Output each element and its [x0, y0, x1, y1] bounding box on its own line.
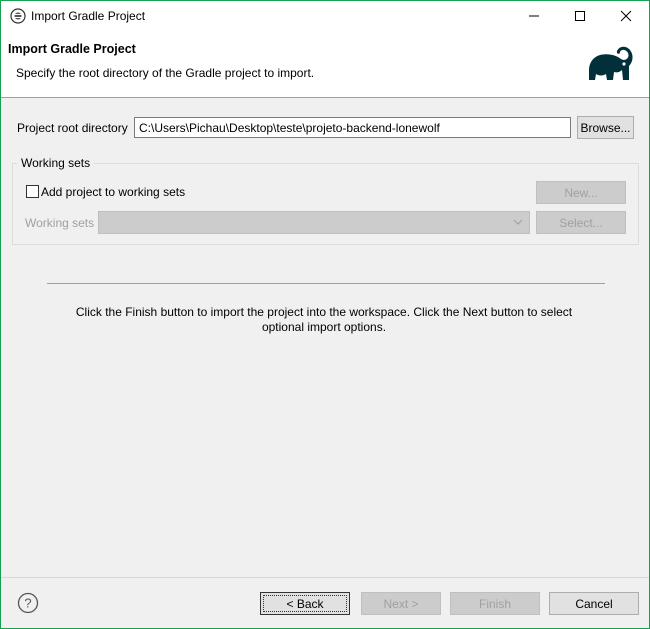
title-bar: Import Gradle Project	[1, 1, 649, 31]
working-sets-select[interactable]	[98, 211, 530, 234]
project-root-row: Project root directory	[17, 117, 633, 139]
wizard-description: Specify the root directory of the Gradle…	[16, 66, 315, 80]
maximize-button[interactable]	[557, 1, 603, 31]
working-sets-label: Working sets	[25, 216, 95, 230]
wizard-title: Import Gradle Project	[8, 42, 136, 56]
minimize-button[interactable]	[511, 1, 557, 31]
help-icon[interactable]: ?	[17, 592, 39, 614]
minimize-icon	[529, 15, 539, 17]
separator	[47, 283, 605, 284]
import-gradle-dialog: Import Gradle Project Import Gradle Proj…	[0, 0, 650, 629]
import-info-message: Click the Finish button to import the pr…	[75, 305, 573, 334]
back-button[interactable]: < Back	[260, 592, 350, 615]
finish-button[interactable]: Finish	[450, 592, 540, 615]
footer-divider	[1, 577, 649, 578]
eclipse-app-icon	[10, 8, 26, 24]
project-root-input[interactable]	[134, 117, 571, 138]
add-to-working-sets-label[interactable]: Add project to working sets	[41, 185, 185, 199]
close-icon	[620, 10, 632, 22]
chevron-down-icon	[513, 219, 523, 225]
select-working-sets-button[interactable]: Select...	[536, 211, 626, 234]
window-title: Import Gradle Project	[31, 9, 146, 23]
gradle-elephant-logo	[589, 46, 633, 80]
new-working-set-button[interactable]: New...	[536, 181, 626, 204]
project-root-label: Project root directory	[17, 121, 128, 135]
next-button[interactable]: Next >	[361, 592, 441, 615]
wizard-header: Import Gradle Project Specify the root d…	[1, 31, 649, 98]
working-sets-legend: Working sets	[17, 156, 95, 170]
close-button[interactable]	[603, 1, 649, 31]
browse-button[interactable]: Browse...	[577, 116, 634, 139]
cancel-button[interactable]: Cancel	[549, 592, 639, 615]
maximize-icon	[575, 11, 585, 21]
add-to-working-sets-checkbox[interactable]	[26, 185, 39, 198]
svg-text:?: ?	[24, 596, 31, 611]
